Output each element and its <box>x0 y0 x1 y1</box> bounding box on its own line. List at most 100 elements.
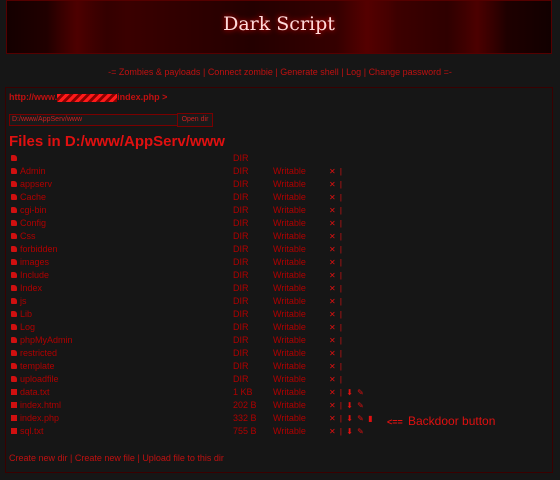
table-row[interactable]: Admin DIR Writable ✕ | <box>11 165 551 178</box>
file-size: 1 KB <box>233 387 253 397</box>
table-row[interactable]: Include DIR Writable ✕ | <box>11 269 551 282</box>
file-icon <box>11 389 17 395</box>
file-size: DIR <box>233 335 249 345</box>
file-actions[interactable]: ✕ | <box>329 217 343 230</box>
file-name[interactable]: forbidden <box>20 243 58 256</box>
file-actions[interactable]: ✕ | <box>329 178 343 191</box>
file-size: DIR <box>233 296 249 306</box>
file-size: DIR <box>233 205 249 215</box>
upload-file-link[interactable]: Upload file to this dir <box>142 453 224 463</box>
path-input[interactable]: D:/www/AppServ/www <box>9 114 178 126</box>
file-size: DIR <box>233 322 249 332</box>
table-row[interactable]: cgi-bin DIR Writable ✕ | <box>11 204 551 217</box>
table-row[interactable]: index.html 202 B Writable ✕ | ⬇ ✎ <box>11 399 551 412</box>
table-row[interactable]: restricted DIR Writable ✕ | <box>11 347 551 360</box>
file-permission: Writable <box>273 231 306 241</box>
annotation-arrow: <== <box>387 417 403 427</box>
file-size: DIR <box>233 192 249 202</box>
file-name[interactable]: Admin <box>20 165 46 178</box>
redacted-domain <box>57 93 118 102</box>
file-name[interactable]: cgi-bin <box>20 204 47 217</box>
table-row[interactable]: Lib DIR Writable ✕ | <box>11 308 551 321</box>
table-row[interactable]: js DIR Writable ✕ | <box>11 295 551 308</box>
file-actions[interactable]: ✕ | ⬇ ✎ ▮ <box>329 412 373 425</box>
url-start: http://www. <box>9 92 58 102</box>
folder-icon <box>11 194 17 200</box>
file-name[interactable]: Log <box>20 321 35 334</box>
file-actions[interactable]: ✕ | <box>329 230 343 243</box>
table-row[interactable]: forbidden DIR Writable ✕ | <box>11 243 551 256</box>
file-permission: Writable <box>273 218 306 228</box>
table-row[interactable]: template DIR Writable ✕ | <box>11 360 551 373</box>
open-dir-button[interactable]: Open dir <box>177 113 213 127</box>
folder-icon <box>11 363 17 369</box>
file-name[interactable]: index.html <box>20 399 61 412</box>
file-name[interactable]: sql.txt <box>20 425 44 438</box>
table-row[interactable]: appserv DIR Writable ✕ | <box>11 178 551 191</box>
file-name[interactable]: data.txt <box>20 386 50 399</box>
folder-icon <box>11 311 17 317</box>
file-size: DIR <box>233 361 249 371</box>
table-row[interactable]: data.txt 1 KB Writable ✕ | ⬇ ✎ <box>11 386 551 399</box>
file-actions[interactable]: ✕ | <box>329 347 343 360</box>
folder-icon <box>11 324 17 330</box>
file-name[interactable]: js <box>20 295 27 308</box>
file-actions[interactable]: ✕ | <box>329 269 343 282</box>
file-name[interactable]: Cache <box>20 191 46 204</box>
table-row[interactable]: phpMyAdmin DIR Writable ✕ | <box>11 334 551 347</box>
folder-icon <box>11 298 17 304</box>
nav-generate-shell[interactable]: Generate shell <box>280 67 339 77</box>
nav-zombies-payloads[interactable]: Zombies & payloads <box>119 67 201 77</box>
file-actions[interactable]: ✕ | <box>329 373 343 386</box>
file-actions[interactable]: ✕ | <box>329 282 343 295</box>
file-name[interactable]: Config <box>20 217 46 230</box>
table-row[interactable]: Cache DIR Writable ✕ | <box>11 191 551 204</box>
file-name[interactable]: Css <box>20 230 36 243</box>
file-name[interactable]: Include <box>20 269 49 282</box>
file-icon <box>11 428 17 434</box>
file-actions[interactable]: ✕ | ⬇ ✎ <box>329 399 365 412</box>
folder-icon <box>11 272 17 278</box>
table-row[interactable]: Log DIR Writable ✕ | <box>11 321 551 334</box>
nav-log[interactable]: Log <box>346 67 361 77</box>
file-name[interactable]: index.php <box>20 412 59 425</box>
file-name[interactable]: phpMyAdmin <box>20 334 73 347</box>
file-actions[interactable]: ✕ | <box>329 243 343 256</box>
table-row[interactable]: images DIR Writable ✕ | <box>11 256 551 269</box>
file-name[interactable]: restricted <box>20 347 57 360</box>
file-actions[interactable]: ✕ | <box>329 191 343 204</box>
table-row[interactable]: Config DIR Writable ✕ | <box>11 217 551 230</box>
file-permission: Writable <box>273 296 306 306</box>
file-name[interactable]: Index <box>20 282 42 295</box>
file-icon <box>11 402 17 408</box>
file-actions[interactable]: ✕ | <box>329 165 343 178</box>
nav-separator: | <box>202 67 206 77</box>
file-actions[interactable]: ✕ | <box>329 308 343 321</box>
file-actions[interactable]: ✕ | <box>329 256 343 269</box>
table-row[interactable]: Index DIR Writable ✕ | <box>11 282 551 295</box>
create-new-file-link[interactable]: Create new file <box>75 453 135 463</box>
file-size: DIR <box>233 179 249 189</box>
file-name[interactable]: images <box>20 256 49 269</box>
file-actions[interactable]: ✕ | <box>329 334 343 347</box>
file-name[interactable]: uploadfile <box>20 373 59 386</box>
file-actions[interactable]: ✕ | <box>329 360 343 373</box>
file-permission: Writable <box>273 387 306 397</box>
nav-connect-zombie[interactable]: Connect zombie <box>208 67 273 77</box>
file-actions[interactable]: ✕ | <box>329 321 343 334</box>
file-name[interactable]: template <box>20 360 55 373</box>
table-row[interactable]: uploadfile DIR Writable ✕ | <box>11 373 551 386</box>
file-actions[interactable]: ✕ | ⬇ ✎ <box>329 386 365 399</box>
file-actions[interactable]: ✕ | <box>329 295 343 308</box>
file-actions[interactable]: ✕ | ⬇ ✎ <box>329 425 365 438</box>
create-new-dir-link[interactable]: Create new dir <box>9 453 68 463</box>
nav-change-password[interactable]: Change password <box>369 67 442 77</box>
current-url[interactable]: http://www. index.php > <box>9 92 167 102</box>
table-row[interactable]: Css DIR Writable ✕ | <box>11 230 551 243</box>
file-name[interactable]: appserv <box>20 178 52 191</box>
nav-prefix: -= <box>108 67 117 77</box>
table-row[interactable]: DIR <box>11 152 551 165</box>
file-actions[interactable]: ✕ | <box>329 204 343 217</box>
file-name[interactable]: Lib <box>20 308 32 321</box>
file-permission: Writable <box>273 205 306 215</box>
